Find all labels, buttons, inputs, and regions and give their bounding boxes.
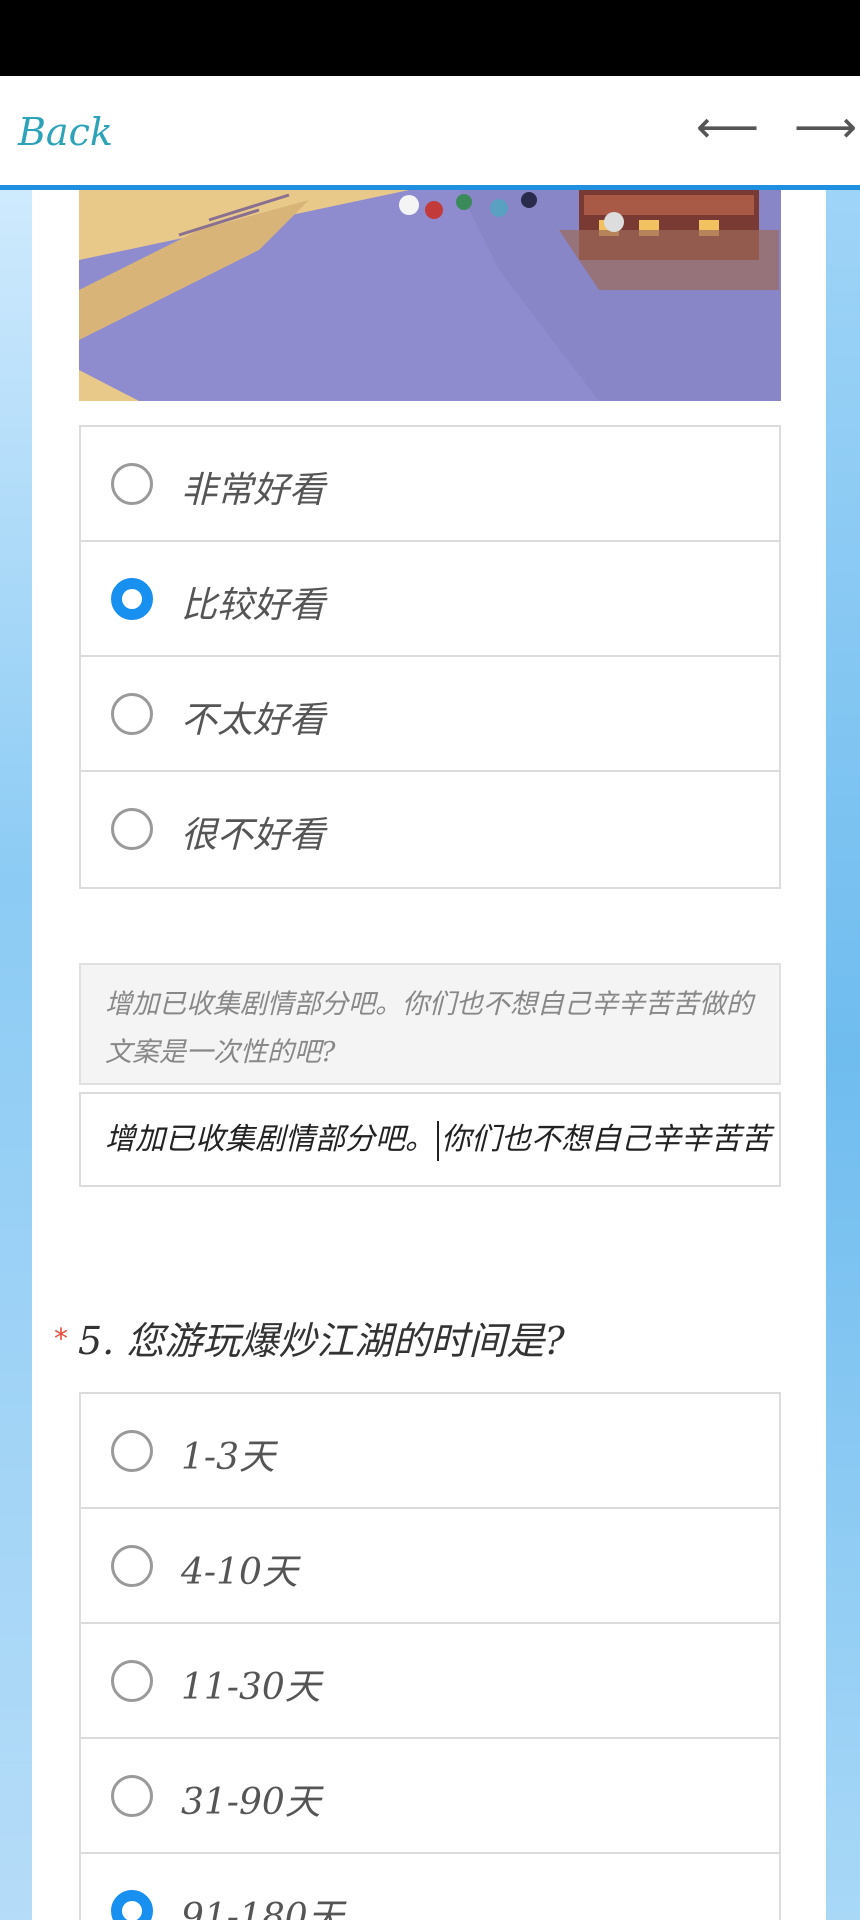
option-11-30-days[interactable]: 11-30天: [81, 1624, 779, 1739]
game-screenshot-image: [79, 190, 781, 401]
comment-input-text-after: 你们也不想自己辛辛苦苦: [441, 1122, 771, 1157]
option-label: 比较好看: [181, 585, 326, 626]
option-91-180-days[interactable]: 91-180天: [81, 1854, 779, 1920]
radio-icon[interactable]: [111, 1775, 153, 1817]
radio-checked-icon[interactable]: [111, 1890, 153, 1920]
option-label: 4-10天: [181, 1552, 298, 1593]
radio-icon[interactable]: [111, 808, 153, 850]
background-right: [826, 190, 860, 1920]
top-nav-bar: Back ⟵ ⟶: [0, 76, 860, 190]
required-mark: *: [54, 1322, 68, 1355]
option-4-10-days[interactable]: 4-10天: [81, 1509, 779, 1624]
option-not-very-good[interactable]: 不太好看: [81, 657, 779, 772]
option-label: 91-180天: [181, 1897, 344, 1920]
radio-checked-icon[interactable]: [111, 578, 153, 620]
option-label: 1-3天: [181, 1437, 275, 1478]
option-label: 很不好看: [181, 815, 326, 856]
question4-options: 非常好看 比较好看 不太好看 很不好看: [79, 425, 781, 889]
radio-icon[interactable]: [111, 1430, 153, 1472]
option-31-90-days[interactable]: 31-90天: [81, 1739, 779, 1854]
comment-input[interactable]: 增加已收集剧情部分吧。 你们也不想自己辛辛苦苦: [79, 1092, 781, 1187]
radio-icon[interactable]: [111, 463, 153, 505]
background-left: [0, 190, 32, 1920]
back-button[interactable]: Back: [18, 110, 113, 154]
option-label: 不太好看: [181, 700, 326, 741]
question5-title: 5. 您游玩爆炒江湖的时间是?: [78, 1319, 565, 1363]
comment-prompt: 增加已收集剧情部分吧。你们也不想自己辛辛苦苦做的文案是一次性的吧?: [79, 963, 781, 1085]
radio-icon[interactable]: [111, 1660, 153, 1702]
radio-icon[interactable]: [111, 1545, 153, 1587]
option-very-bad[interactable]: 很不好看: [81, 772, 779, 887]
question5-options: 1-3天 4-10天 11-30天 31-90天 91-180天: [79, 1392, 781, 1920]
option-label: 非常好看: [181, 470, 326, 511]
radio-icon[interactable]: [111, 693, 153, 735]
arrow-back-icon[interactable]: ⟵: [696, 106, 759, 150]
arrow-forward-icon[interactable]: ⟶: [794, 106, 857, 150]
option-label: 31-90天: [181, 1782, 321, 1823]
option-label: 11-30天: [181, 1667, 321, 1708]
option-very-good[interactable]: 非常好看: [81, 427, 779, 542]
text-caret: [437, 1121, 439, 1161]
option-fairly-good[interactable]: 比较好看: [81, 542, 779, 657]
status-bar: [0, 0, 860, 76]
option-1-3-days[interactable]: 1-3天: [81, 1394, 779, 1509]
comment-input-text-before: 增加已收集剧情部分吧。: [105, 1122, 435, 1157]
